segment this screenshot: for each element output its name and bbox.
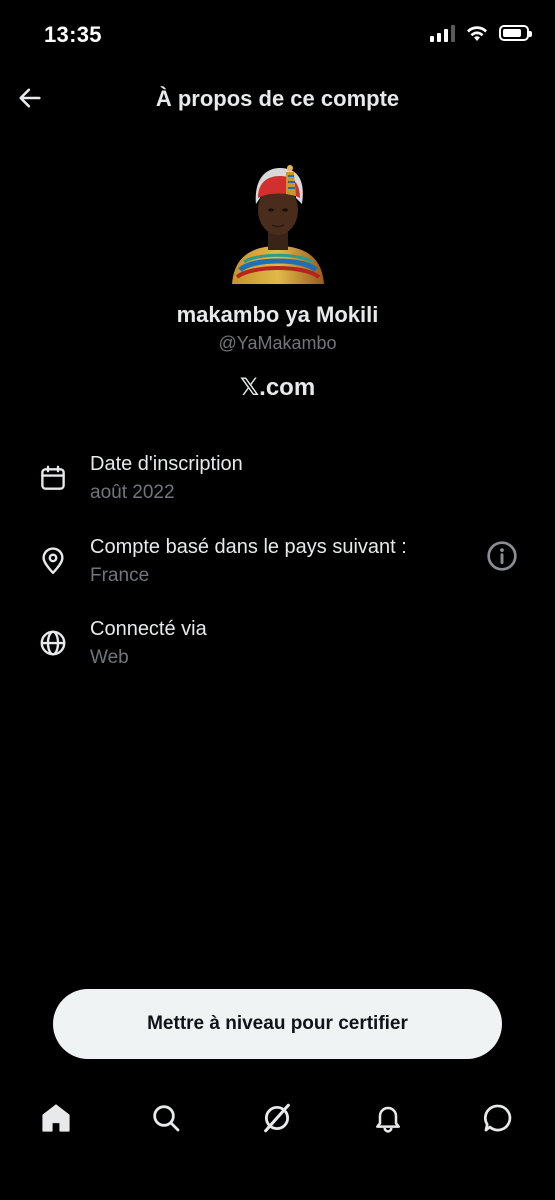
info-value: Web [90,647,129,668]
messages-icon [484,1104,512,1132]
header: À propos de ce compte [0,70,555,128]
grok-icon [264,1103,290,1133]
info-row-connected-via: Connecté via Web [0,618,555,678]
home-icon [42,1104,70,1132]
battery-icon [499,25,532,41]
status-icons [430,24,532,42]
info-row-country: Compte basé dans le pays suivant : Franc… [0,536,555,596]
calendar-icon [41,465,65,490]
wifi-icon [467,26,487,41]
upgrade-verify-button[interactable]: Mettre à niveau pour certifier [53,989,502,1059]
tab-messages[interactable] [478,1098,518,1138]
info-row-join-date: Date d'inscription août 2022 [0,453,555,513]
display-name: makambo ya Mokili [176,302,379,327]
tab-grok[interactable] [257,1098,297,1138]
info-title: Connecté via [90,618,207,640]
info-title: Date d'inscription [90,453,243,475]
tab-notifications[interactable] [368,1098,408,1138]
info-title: Compte basé dans le pays suivant : [90,536,407,558]
tab-home[interactable] [36,1098,76,1138]
page-title: À propos de ce compte [155,86,400,111]
globe-icon [40,630,66,656]
info-circle-icon[interactable] [486,540,518,572]
tab-search[interactable] [146,1098,186,1138]
handle: @YaMakambo [218,333,337,353]
info-value: août 2022 [90,482,175,503]
info-value: France [90,565,150,586]
bell-icon [376,1106,400,1133]
x-domain-label: 𝕏.com [239,374,316,401]
search-icon [153,1105,180,1132]
status-time: 13:35 [44,22,102,47]
avatar[interactable] [228,158,328,284]
status-bar: 13:35 [0,0,555,70]
location-pin-icon [42,547,64,575]
bottom-tab-bar [0,1088,555,1148]
cellular-signal-icon [430,24,455,42]
